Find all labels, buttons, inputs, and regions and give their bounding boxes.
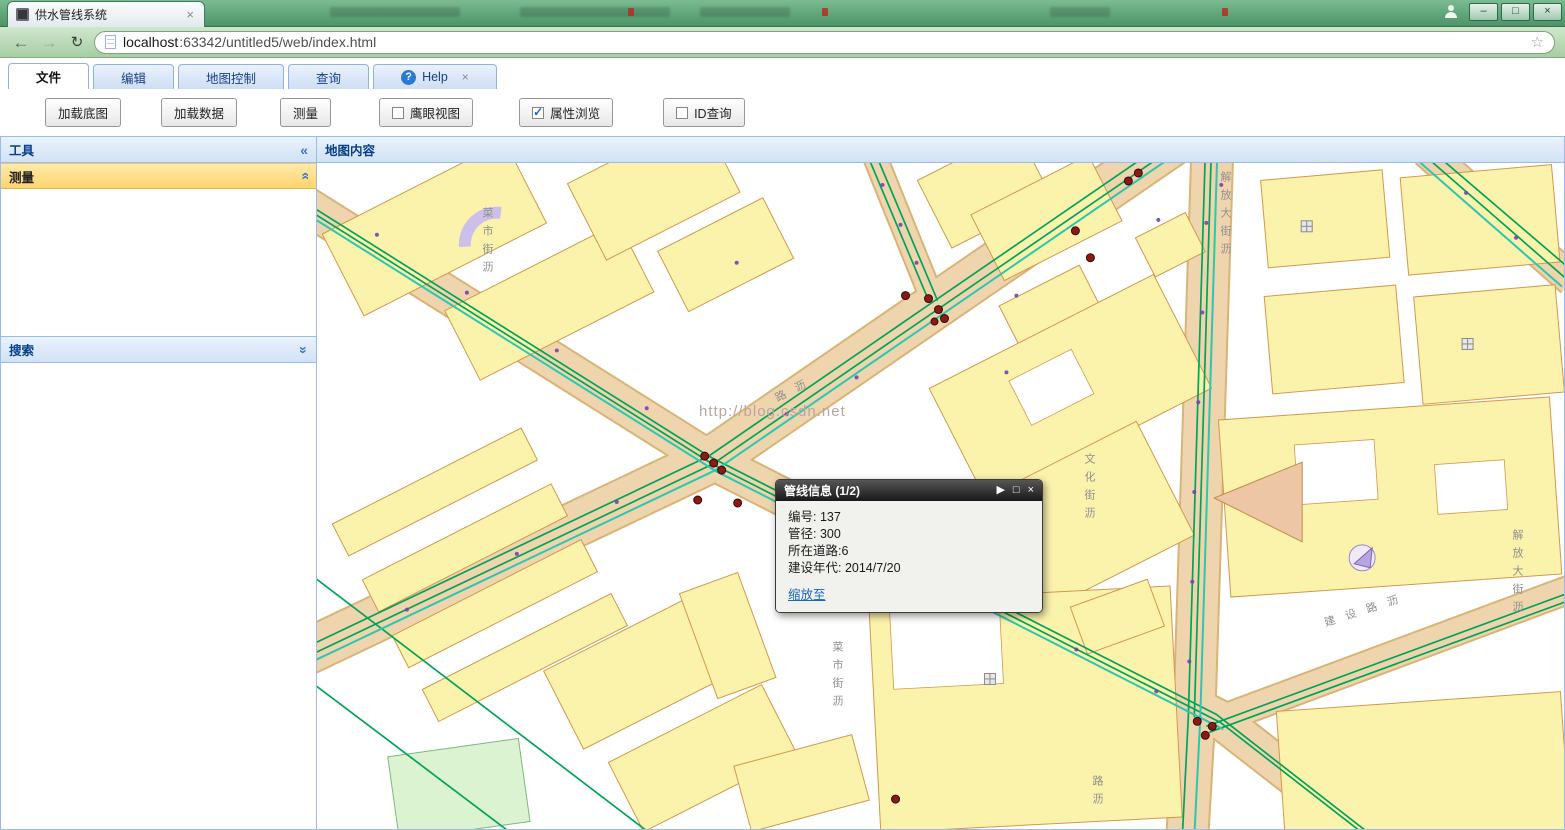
- tab-query[interactable]: 查询: [288, 64, 370, 89]
- titlebar-artifact: [1222, 8, 1228, 16]
- titlebar-artifact: [1050, 7, 1110, 17]
- titlebar-artifact: [628, 8, 634, 16]
- zoom-to-link[interactable]: 缩放至: [788, 584, 826, 603]
- page-content: 工具 « 测量 » 搜索 » 地图内容 菜市街沥 解放大街沥 文化街沥 解放大街…: [0, 136, 1565, 830]
- tools-sidebar: 工具 « 测量 » 搜索 »: [0, 136, 317, 830]
- ribbon-tabstrip: 文件 编辑 地图控制 查询 ? Help ×: [0, 58, 1565, 89]
- expand-down-icon[interactable]: »: [296, 346, 312, 354]
- titlebar-artifact: [330, 7, 460, 17]
- next-record-icon[interactable]: ▶: [996, 485, 1004, 496]
- url-field[interactable]: localhost :63342/untitled5/web/index.htm…: [94, 30, 1555, 54]
- address-bar: ← → ↻ localhost :63342/untitled5/web/ind…: [0, 27, 1565, 58]
- attribute-browse-checkbox[interactable]: [532, 105, 545, 119]
- tab-file[interactable]: 文件: [8, 63, 90, 89]
- eagle-eye-checkbox[interactable]: [392, 106, 405, 119]
- toolbar: 加载底图 加载数据 测量 鹰眼视图 属性浏览 ID查询: [0, 89, 1565, 136]
- accordion-search-header[interactable]: 搜索 »: [1, 337, 316, 363]
- browser-window: 供水管线系统 × – □ × ← → ↻ localhost :63342/un…: [0, 0, 1565, 830]
- map-area[interactable]: 菜市街沥 解放大街沥 文化街沥 解放大街沥 菜市街沥 路沥 建设路沥 路沥 ht…: [317, 163, 1564, 829]
- accordion-measure-header[interactable]: 测量 »: [1, 163, 316, 189]
- pipeline-info-popup: 管线信息 (1/2) ▶ □ × 编号: 137 管径: 300 所在道路:6 …: [775, 479, 1043, 613]
- favicon-icon: [16, 8, 29, 21]
- tab-close-icon[interactable]: ×: [184, 7, 196, 22]
- street-label: 文化街沥: [1083, 453, 1095, 525]
- street-label: 解放大街沥: [1511, 529, 1523, 619]
- street-label: 路沥: [1091, 775, 1103, 811]
- popup-row: 编号: 137: [788, 510, 841, 524]
- profile-icon[interactable]: [1436, 2, 1466, 21]
- help-icon: ?: [401, 69, 417, 85]
- popup-row: 建设年代: 2014/7/20: [788, 561, 901, 575]
- forward-icon[interactable]: →: [38, 34, 60, 51]
- bookmark-star-icon[interactable]: ☆: [1531, 33, 1544, 51]
- browser-titlebar: 供水管线系统 × – □ ×: [0, 0, 1565, 27]
- popup-header[interactable]: 管线信息 (1/2) ▶ □ ×: [776, 480, 1042, 501]
- tab-help[interactable]: ? Help ×: [373, 64, 497, 89]
- back-icon[interactable]: ←: [10, 34, 32, 51]
- id-query-toggle[interactable]: ID查询: [663, 98, 745, 127]
- minimize-button[interactable]: –: [1469, 2, 1498, 21]
- popup-title: 管线信息 (1/2): [784, 484, 861, 498]
- popup-body: 编号: 137 管径: 300 所在道路:6 建设年代: 2014/7/20 缩…: [776, 501, 1042, 612]
- measure-button[interactable]: 测量: [280, 98, 332, 127]
- street-label: 菜市街沥: [831, 641, 843, 713]
- street-label: 解放大街沥: [1219, 171, 1231, 261]
- page-icon: [105, 35, 116, 49]
- maximize-popup-icon[interactable]: □: [1013, 485, 1020, 496]
- eagle-eye-toggle[interactable]: 鹰眼视图: [379, 98, 474, 127]
- load-data-button[interactable]: 加载数据: [161, 98, 238, 127]
- green-building: [387, 737, 531, 829]
- titlebar-artifact: [822, 8, 828, 16]
- measure-panel-body: [1, 189, 316, 337]
- browser-tab[interactable]: 供水管线系统 ×: [7, 1, 205, 27]
- attribute-browse-toggle[interactable]: 属性浏览: [519, 98, 614, 127]
- titlebar-artifact: [700, 7, 790, 17]
- tab-edit[interactable]: 编辑: [93, 64, 175, 89]
- watermark: http://blog.csdn.net: [699, 403, 846, 420]
- tools-panel-title: 工具: [9, 144, 35, 158]
- map-panel-title: 地图内容: [325, 144, 376, 158]
- map-panel: 地图内容 菜市街沥 解放大街沥 文化街沥 解放大街沥 菜市街沥 路沥 建设路沥 …: [317, 136, 1565, 830]
- popup-row: 管径: 300: [788, 527, 841, 541]
- map-panel-header: 地图内容: [317, 137, 1564, 163]
- tools-panel-header[interactable]: 工具 «: [1, 137, 316, 163]
- titlebar-artifact: [520, 7, 670, 17]
- url-path: :63342/untitled5/web/index.html: [179, 34, 377, 50]
- tab-map-control[interactable]: 地图控制: [178, 64, 285, 89]
- sidebar-filler: [1, 363, 316, 829]
- close-popup-icon[interactable]: ×: [1028, 485, 1034, 496]
- popup-row: 所在道路:6: [788, 544, 849, 558]
- reload-icon[interactable]: ↻: [66, 35, 88, 50]
- collapse-up-icon[interactable]: »: [296, 172, 312, 180]
- collapse-left-icon[interactable]: «: [300, 143, 308, 157]
- load-basemap-button[interactable]: 加载底图: [45, 98, 122, 127]
- close-button[interactable]: ×: [1533, 2, 1562, 21]
- url-host: localhost: [123, 34, 179, 50]
- id-query-checkbox[interactable]: [676, 106, 689, 119]
- window-controls: – □ ×: [1436, 2, 1562, 21]
- tab-close-icon[interactable]: ×: [462, 70, 469, 84]
- browser-tab-title: 供水管线系统: [35, 8, 108, 22]
- maximize-button[interactable]: □: [1501, 2, 1530, 21]
- street-label: 菜市街沥: [481, 207, 493, 279]
